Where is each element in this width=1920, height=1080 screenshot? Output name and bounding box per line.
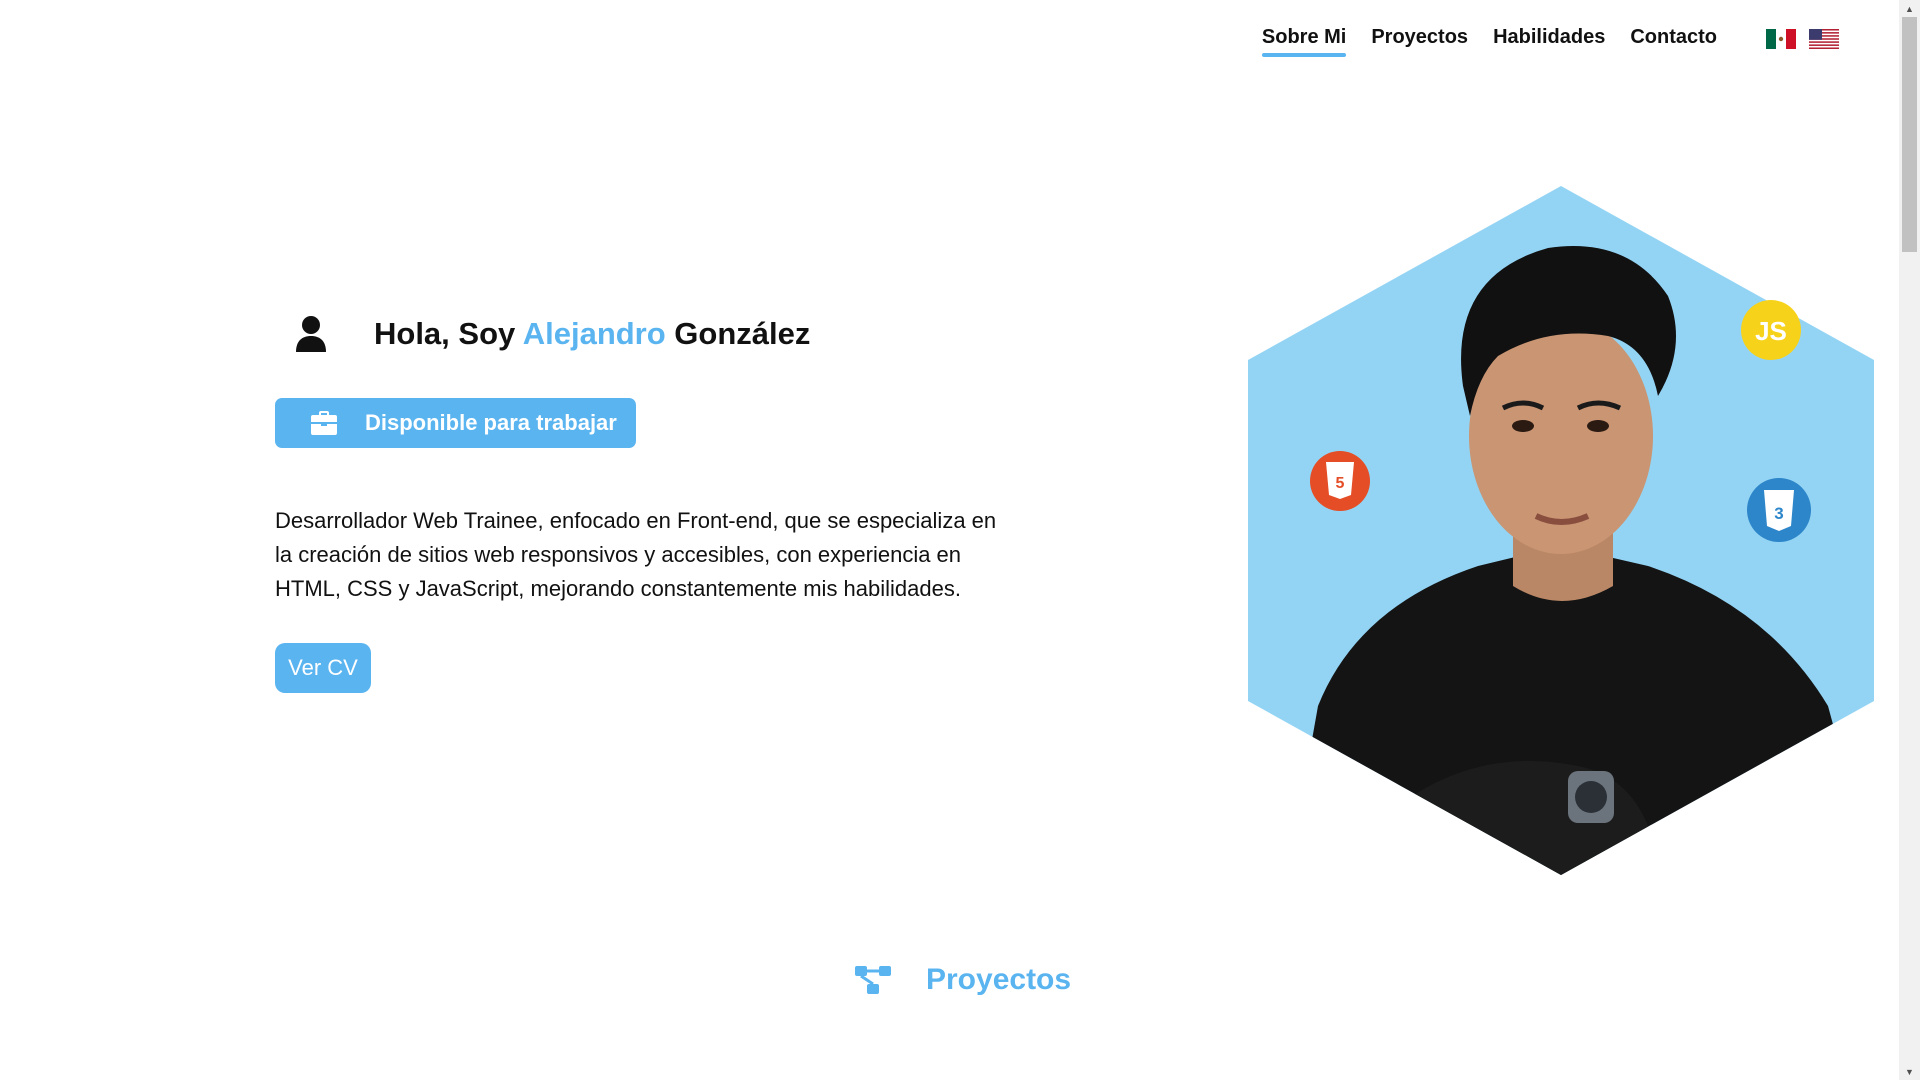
- availability-badge: Disponible para trabajar: [275, 398, 636, 448]
- svg-text:5: 5: [1336, 475, 1345, 492]
- scroll-up-icon[interactable]: ▲: [1899, 0, 1920, 17]
- html5-icon: 5: [1310, 451, 1370, 511]
- nav-sobre-mi[interactable]: Sobre Mi: [1261, 26, 1347, 57]
- nav-proyectos[interactable]: Proyectos: [1371, 26, 1468, 57]
- briefcase-icon: [311, 411, 337, 435]
- language-switcher: [1753, 28, 1839, 55]
- nav-contacto[interactable]: Contacto: [1630, 26, 1717, 57]
- user-icon: [296, 316, 326, 352]
- scroll-down-icon[interactable]: ▼: [1899, 1063, 1920, 1080]
- hero-description: Desarrollador Web Trainee, enfocado en F…: [275, 508, 997, 601]
- section-heading: Proyectos: [855, 963, 1071, 997]
- svg-text:JS: JS: [1755, 316, 1787, 346]
- scroll-thumb[interactable]: [1902, 17, 1917, 252]
- page: Sobre Mi Proyectos Habilidades Contacto: [0, 0, 1899, 1080]
- greeting-text: Hola, Soy: [374, 316, 523, 351]
- vertical-scrollbar[interactable]: ▲ ▼: [1899, 0, 1920, 1080]
- profile-photo: JS 5 3: [1248, 186, 1874, 875]
- first-name: Alejandro: [522, 316, 666, 351]
- nav-habilidades[interactable]: Habilidades: [1493, 26, 1605, 57]
- hero-title: Hola, Soy Alejandro González: [374, 316, 810, 352]
- last-name: González: [665, 316, 811, 351]
- hero-heading: Hola, Soy Alejandro González: [295, 315, 810, 353]
- top-nav: Sobre Mi Proyectos Habilidades Contacto: [1237, 26, 1839, 57]
- view-cv-button[interactable]: Ver CV: [275, 643, 371, 693]
- diagram-icon: [855, 966, 891, 994]
- usa-flag-icon[interactable]: [1809, 28, 1839, 49]
- mexico-flag-icon[interactable]: [1766, 28, 1796, 49]
- section-title: Proyectos: [926, 963, 1072, 996]
- javascript-icon: JS: [1741, 300, 1801, 360]
- availability-text: Disponible para trabajar: [365, 410, 617, 435]
- css3-icon: 3: [1747, 478, 1811, 542]
- svg-text:3: 3: [1774, 504, 1783, 523]
